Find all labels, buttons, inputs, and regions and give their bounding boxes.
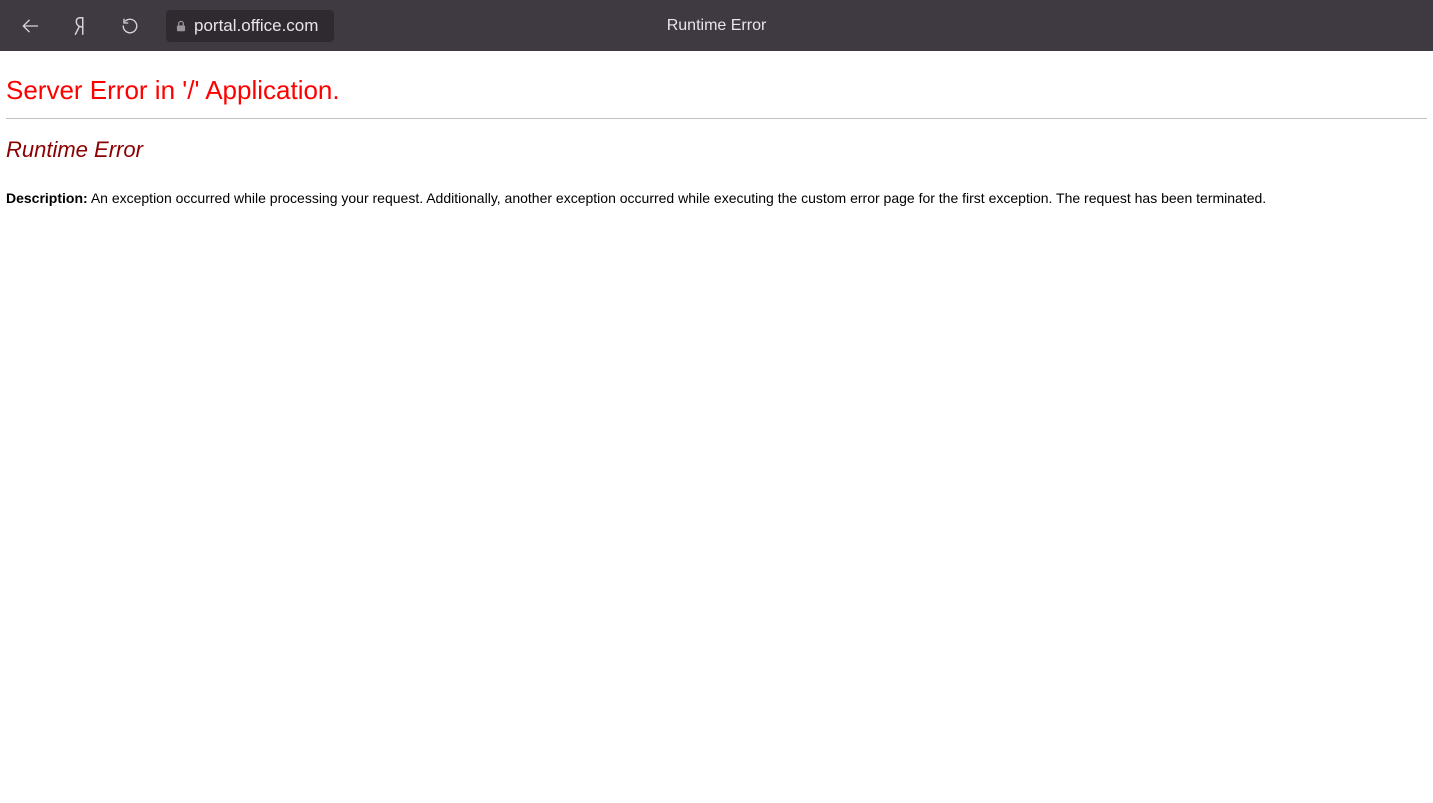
url-text: portal.office.com [194,16,326,36]
tab-title: Runtime Error [667,17,767,35]
yandex-icon [71,15,89,37]
lock-icon [174,18,188,34]
back-button[interactable] [12,8,48,44]
runtime-error-heading: Runtime Error [6,137,1427,163]
reload-button[interactable] [112,8,148,44]
description-text: An exception occurred while processing y… [91,190,1266,206]
description-label: Description: [6,190,88,206]
yandex-button[interactable] [62,8,98,44]
back-arrow-icon [20,16,40,36]
description-line: Description: An exception occurred while… [6,189,1427,209]
browser-toolbar: portal.office.com Runtime Error [0,0,1433,51]
server-error-heading: Server Error in '/' Application. [6,75,1427,106]
address-bar[interactable]: portal.office.com [166,10,334,42]
reload-icon [121,17,139,35]
page-content: Server Error in '/' Application. Runtime… [0,51,1433,215]
divider [6,118,1427,119]
